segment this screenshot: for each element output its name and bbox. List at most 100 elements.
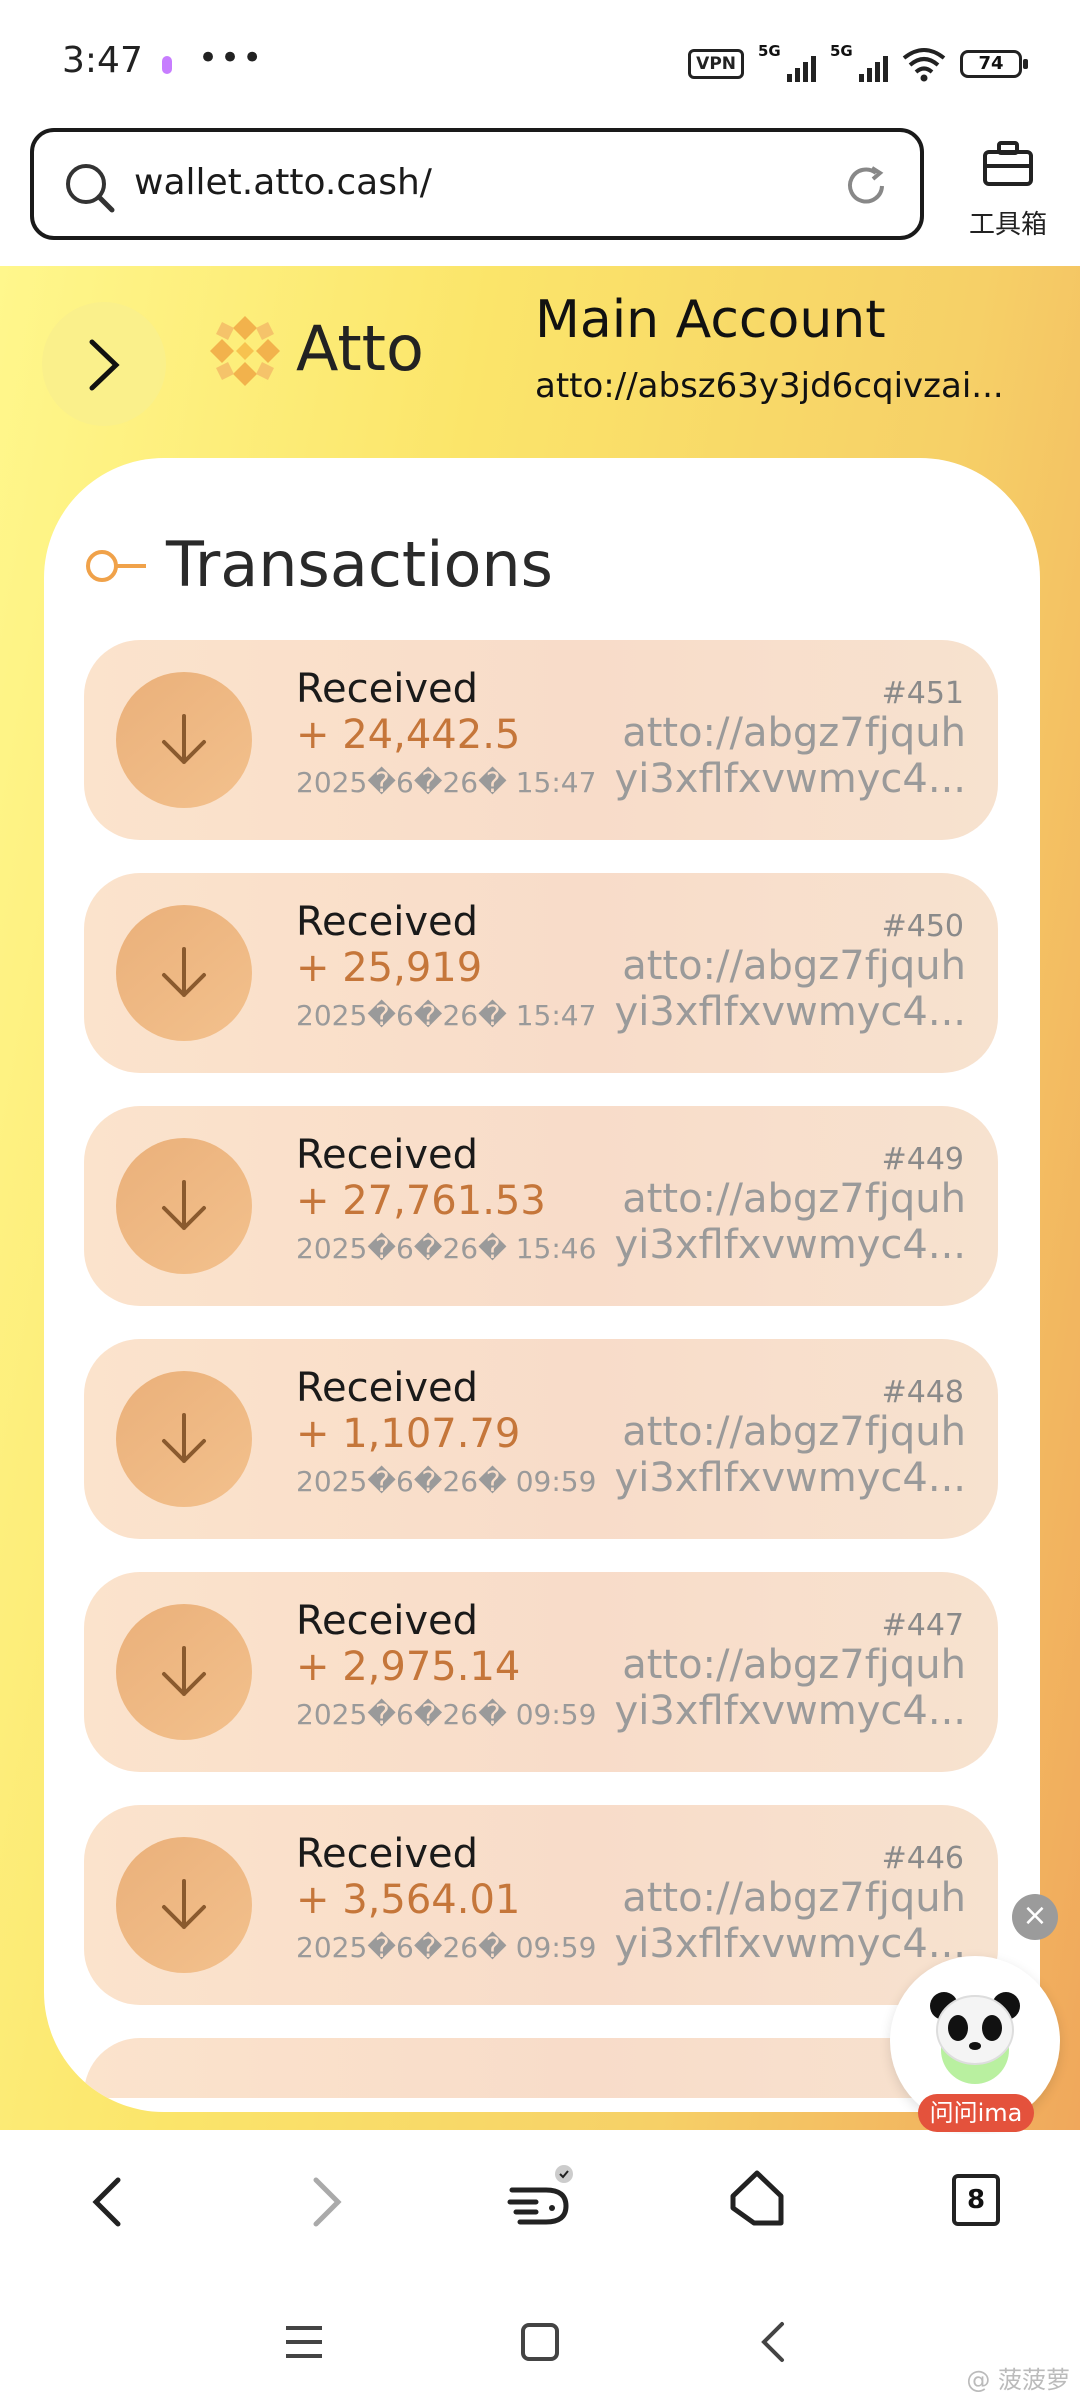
received-badge: [116, 1371, 252, 1507]
reload-icon[interactable]: [842, 162, 890, 210]
toolbox-icon: [983, 141, 1033, 186]
transaction-type: Received: [296, 1831, 478, 1877]
transaction-row[interactable]: Received + 27,761.53 2025�6�26� 15:46 #4…: [84, 1106, 998, 1306]
transaction-type: Received: [296, 1132, 478, 1178]
account-title: Main Account: [535, 290, 886, 350]
signal-1-icon: 5G: [758, 42, 816, 82]
transaction-date: 2025�6�26� 15:46: [296, 1232, 597, 1265]
transaction-row[interactable]: Received + 24,442.5 2025�6�26� 15:47 #45…: [84, 640, 998, 840]
address-line-1: atto://abgz7fjquh: [622, 1642, 966, 1688]
assistant-close-button[interactable]: ×: [1012, 1894, 1058, 1940]
toolbox-button[interactable]: 工具箱: [958, 136, 1058, 246]
tab-switcher-button[interactable]: 8: [952, 2174, 1000, 2226]
transaction-date: 2025�6�26� 09:59: [296, 1698, 597, 1731]
transaction-row-partial[interactable]: [84, 2038, 998, 2098]
system-navigation-bar: [0, 2274, 1080, 2400]
home-icon[interactable]: [728, 2168, 786, 2228]
forward-icon[interactable]: [306, 2174, 346, 2230]
transaction-type: Received: [296, 666, 478, 712]
transaction-amount: + 1,107.79: [296, 1411, 521, 1457]
recent-apps-icon[interactable]: [284, 2324, 324, 2360]
search-icon: [66, 164, 115, 213]
network-type-label: 5G: [758, 42, 781, 60]
transaction-type: Received: [296, 1598, 478, 1644]
transaction-address: atto://abgz7fjquh yi3xflfxvwmyc4...: [606, 1642, 966, 1734]
address-line-1: atto://abgz7fjquh: [622, 710, 966, 756]
address-line-1: atto://abgz7fjquh: [622, 1409, 966, 1455]
transaction-date: 2025�6�26� 09:59: [296, 1931, 597, 1964]
transaction-row[interactable]: Received + 1,107.79 2025�6�26� 09:59 #44…: [84, 1339, 998, 1539]
transactions-title: Transactions: [166, 528, 553, 601]
url-text[interactable]: wallet.atto.cash/: [134, 162, 432, 203]
transaction-row[interactable]: Received + 2,975.14 2025�6�26� 09:59 #44…: [84, 1572, 998, 1772]
account-address[interactable]: atto://absz63y3jd6cqivzai...: [535, 366, 1004, 406]
arrow-down-icon: [162, 1879, 206, 1929]
transaction-address: atto://abgz7fjquh yi3xflfxvwmyc4...: [606, 1409, 966, 1501]
transaction-number: #450: [881, 909, 964, 944]
arrow-down-icon: [162, 1646, 206, 1696]
transaction-row[interactable]: Received + 3,564.01 2025�6�26� 09:59 #44…: [84, 1805, 998, 2005]
back-icon[interactable]: [88, 2174, 128, 2230]
transaction-address: atto://abgz7fjquh yi3xflfxvwmyc4...: [606, 710, 966, 802]
transaction-address: atto://abgz7fjquh yi3xflfxvwmyc4...: [606, 1176, 966, 1268]
wifi-icon: [902, 48, 946, 82]
transaction-amount: + 24,442.5: [296, 712, 521, 758]
assistant-floating-button[interactable]: 问问ima: [884, 1946, 1080, 2136]
microphone-indicator-icon: [162, 56, 172, 74]
transactions-card: Transactions Received + 24,442.5 2025�6�…: [44, 458, 1040, 2112]
sidebar-toggle-button[interactable]: [42, 302, 166, 426]
transaction-date: 2025�6�26� 15:47: [296, 999, 597, 1032]
vpn-badge: VPN: [688, 49, 744, 79]
transaction-type: Received: [296, 1365, 478, 1411]
address-bar[interactable]: wallet.atto.cash/: [30, 128, 924, 240]
transaction-amount: + 2,975.14: [296, 1644, 521, 1690]
panda-avatar-icon: [930, 1992, 1020, 2084]
signal-2-icon: 5G: [830, 42, 888, 82]
transaction-type: Received: [296, 899, 478, 945]
transaction-number: #451: [881, 676, 964, 711]
web-content: Atto Main Account atto://absz63y3jd6cqiv…: [0, 266, 1080, 2130]
speed-mode-icon[interactable]: [506, 2164, 576, 2230]
transaction-number: #448: [881, 1375, 964, 1410]
commit-line-icon: [86, 550, 146, 582]
transaction-address: atto://abgz7fjquh yi3xflfxvwmyc4...: [606, 943, 966, 1035]
system-back-icon[interactable]: [758, 2320, 788, 2364]
status-time: 3:47: [62, 40, 143, 81]
more-notifications-icon: •••: [198, 38, 265, 78]
home-square-icon[interactable]: [520, 2322, 560, 2362]
transaction-amount: + 25,919: [296, 945, 483, 991]
address-line-2: yi3xflfxvwmyc4...: [614, 756, 966, 802]
arrow-down-icon: [162, 1180, 206, 1230]
received-badge: [116, 1837, 252, 1973]
address-line-2: yi3xflfxvwmyc4...: [614, 1222, 966, 1268]
received-badge: [116, 1604, 252, 1740]
transaction-amount: + 27,761.53: [296, 1178, 546, 1224]
watermark: @ 菠菠萝: [966, 2366, 1070, 2394]
brand-name: Atto: [296, 312, 424, 385]
battery-indicator: 74: [960, 50, 1028, 78]
arrow-down-icon: [162, 1413, 206, 1463]
address-line-1: atto://abgz7fjquh: [622, 943, 966, 989]
received-badge: [116, 672, 252, 808]
browser-bottom-bar: 8: [0, 2134, 1080, 2274]
atto-logo-icon: [210, 316, 280, 386]
address-line-2: yi3xflfxvwmyc4...: [614, 1688, 966, 1734]
arrow-down-icon: [162, 714, 206, 764]
network-type-label: 5G: [830, 42, 853, 60]
address-line-1: atto://abgz7fjquh: [622, 1875, 966, 1921]
transaction-row[interactable]: Received + 25,919 2025�6�26� 15:47 #450 …: [84, 873, 998, 1073]
status-icons: VPN 5G 5G 74: [688, 42, 1028, 84]
transaction-number: #446: [881, 1841, 964, 1876]
transaction-number: #449: [881, 1142, 964, 1177]
received-badge: [116, 905, 252, 1041]
transaction-date: 2025�6�26� 09:59: [296, 1465, 597, 1498]
transaction-number: #447: [881, 1608, 964, 1643]
status-bar: 3:47 ••• VPN 5G 5G 74: [0, 0, 1080, 128]
arrow-down-icon: [162, 947, 206, 997]
transaction-amount: + 3,564.01: [296, 1877, 521, 1923]
address-line-2: yi3xflfxvwmyc4...: [614, 989, 966, 1035]
address-line-2: yi3xflfxvwmyc4...: [614, 1455, 966, 1501]
chevron-right-icon: [89, 339, 120, 391]
assistant-label: 问问ima: [918, 2094, 1034, 2132]
address-line-1: atto://abgz7fjquh: [622, 1176, 966, 1222]
